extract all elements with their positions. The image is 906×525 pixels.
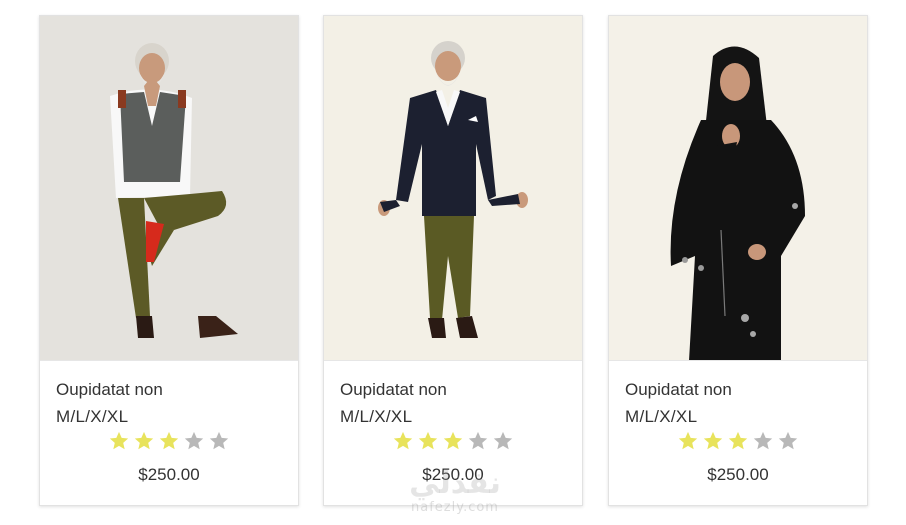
- star-filled-icon: [392, 430, 414, 452]
- star-empty-icon: [752, 430, 774, 452]
- star-empty-icon: [183, 430, 205, 452]
- product-image[interactable]: [40, 16, 298, 361]
- star-filled-icon: [108, 430, 130, 452]
- product-title[interactable]: Oupidatat non: [56, 380, 163, 400]
- star-filled-icon: [677, 430, 699, 452]
- product-rating: [40, 430, 298, 452]
- product-card[interactable]: Oupidatat non M/L/X/XL $250.00: [323, 15, 583, 506]
- star-empty-icon: [208, 430, 230, 452]
- star-empty-icon: [777, 430, 799, 452]
- product-sizes: M/L/X/XL: [625, 407, 698, 426]
- product-price: $250.00: [707, 465, 769, 484]
- star-filled-icon: [727, 430, 749, 452]
- star-empty-icon: [467, 430, 489, 452]
- star-filled-icon: [702, 430, 724, 452]
- product-price: $250.00: [138, 465, 200, 484]
- product-card[interactable]: Oupidatat non M/L/X/XL $250.00: [608, 15, 868, 506]
- star-filled-icon: [158, 430, 180, 452]
- product-title[interactable]: Oupidatat non: [340, 380, 447, 400]
- product-rating: [609, 430, 867, 452]
- product-card[interactable]: Oupidatat non M/L/X/XL $250.00: [39, 15, 299, 506]
- product-rating: [324, 430, 582, 452]
- product-title[interactable]: Oupidatat non: [625, 380, 732, 400]
- product-image[interactable]: [609, 16, 867, 361]
- star-filled-icon: [417, 430, 439, 452]
- product-sizes: M/L/X/XL: [340, 407, 413, 426]
- product-sizes: M/L/X/XL: [56, 407, 129, 426]
- star-empty-icon: [492, 430, 514, 452]
- star-filled-icon: [442, 430, 464, 452]
- product-image[interactable]: [324, 16, 582, 361]
- star-filled-icon: [133, 430, 155, 452]
- product-price: $250.00: [422, 465, 484, 484]
